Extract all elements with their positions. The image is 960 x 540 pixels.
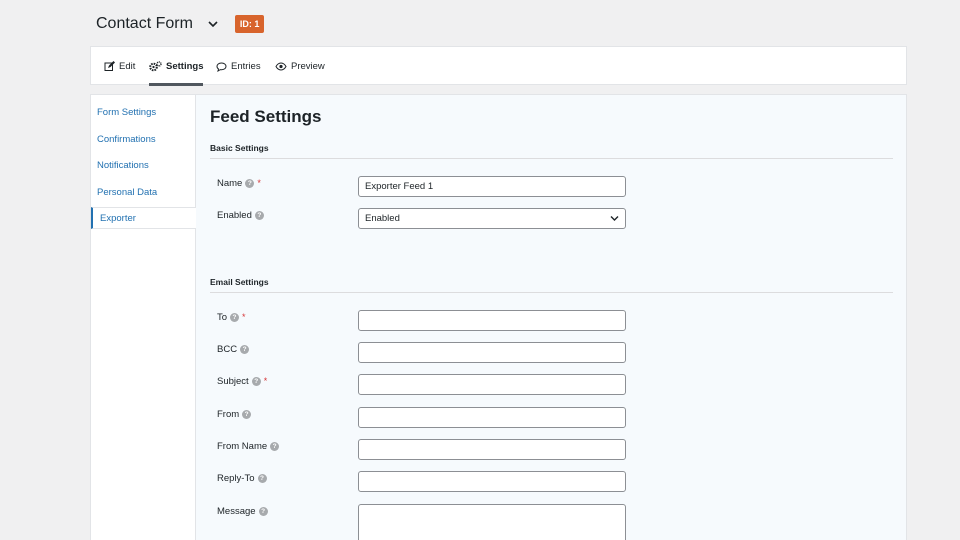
from-input[interactable] [358, 407, 626, 428]
help-icon[interactable]: ? [242, 409, 252, 419]
from-name-input[interactable] [358, 439, 626, 460]
help-icon[interactable]: ? [270, 441, 280, 451]
tab-settings[interactable]: Settings [149, 47, 204, 86]
section-divider [210, 292, 893, 293]
enabled-select-value: Enabled [365, 213, 400, 224]
settings-sidebar: Form Settings Confirmations Notification… [91, 95, 196, 540]
gears-icon [149, 61, 162, 72]
name-input[interactable] [358, 176, 626, 197]
form-toolbar: Edit Settings Entries Preview [90, 46, 907, 86]
subject-label-text: Subject [217, 375, 249, 387]
tab-entries[interactable]: Entries [216, 47, 261, 86]
bcc-label: BCC ? [217, 342, 250, 356]
section-title-basic-settings: Basic Settings [210, 143, 269, 153]
tab-edit-label: Edit [119, 61, 136, 72]
edit-icon [104, 61, 115, 71]
to-label-text: To [217, 311, 228, 323]
required-indicator: * [257, 178, 261, 188]
required-indicator: * [242, 312, 246, 322]
bcc-input[interactable] [358, 342, 626, 363]
tab-edit[interactable]: Edit [104, 47, 135, 86]
subject-label: Subject ? * [217, 374, 267, 388]
name-label: Name ? * [217, 176, 261, 190]
tab-preview[interactable]: Preview [275, 47, 325, 86]
from-name-label-text: From Name [217, 440, 268, 452]
chevron-down-icon [208, 20, 218, 27]
form-switcher-button[interactable] [205, 16, 221, 32]
enabled-label: Enabled ? [217, 208, 264, 222]
from-name-label: From Name ? [217, 439, 280, 453]
reply-to-input[interactable] [358, 471, 626, 492]
required-indicator: * [263, 376, 268, 386]
settings-panel: Form Settings Confirmations Notification… [90, 94, 907, 540]
message-label-text: Message [217, 505, 256, 517]
section-title-email-settings: Email Settings [210, 277, 269, 287]
help-icon[interactable]: ? [258, 506, 268, 516]
tab-settings-label: Settings [166, 61, 204, 72]
sidebar-item-exporter[interactable]: Exporter [91, 207, 196, 229]
tab-preview-label: Preview [291, 61, 325, 72]
enabled-label-text: Enabled [217, 209, 252, 221]
message-textarea[interactable] [358, 504, 626, 540]
bcc-label-text: BCC [217, 343, 238, 355]
from-label: From ? [217, 407, 252, 421]
form-title: Contact Form [96, 15, 193, 32]
help-icon[interactable]: ? [230, 312, 240, 322]
sidebar-item-personal-data[interactable]: Personal Data [91, 181, 196, 203]
help-icon[interactable]: ? [257, 473, 267, 483]
help-icon[interactable]: ? [240, 344, 250, 354]
chevron-down-icon [610, 216, 619, 221]
message-label: Message ? [217, 504, 268, 518]
help-icon[interactable]: ? [254, 210, 264, 220]
subject-input[interactable] [358, 374, 626, 395]
name-label-text: Name [217, 177, 243, 189]
form-header: Contact Form ID: 1 [96, 12, 265, 36]
to-label: To ? * [217, 310, 246, 324]
enabled-select[interactable]: Enabled [358, 208, 626, 229]
help-icon[interactable]: ? [245, 178, 255, 188]
to-input[interactable] [358, 310, 626, 331]
tab-entries-label: Entries [231, 61, 261, 72]
reply-to-label-text: Reply-To [217, 472, 255, 484]
sidebar-item-notifications[interactable]: Notifications [91, 154, 196, 176]
form-id-badge: ID: 1 [234, 15, 265, 33]
section-divider [210, 158, 893, 159]
page-title: Feed Settings [210, 107, 322, 126]
reply-to-label: Reply-To ? [217, 471, 267, 485]
feed-settings-content: Feed Settings Basic Settings Name ? * En… [196, 95, 906, 540]
from-label-text: From [217, 408, 240, 420]
help-icon[interactable]: ? [251, 376, 261, 386]
sidebar-item-confirmations[interactable]: Confirmations [91, 128, 196, 150]
sidebar-item-form-settings[interactable]: Form Settings [91, 101, 196, 123]
speech-bubble-icon [216, 61, 227, 72]
eye-icon [275, 62, 287, 71]
